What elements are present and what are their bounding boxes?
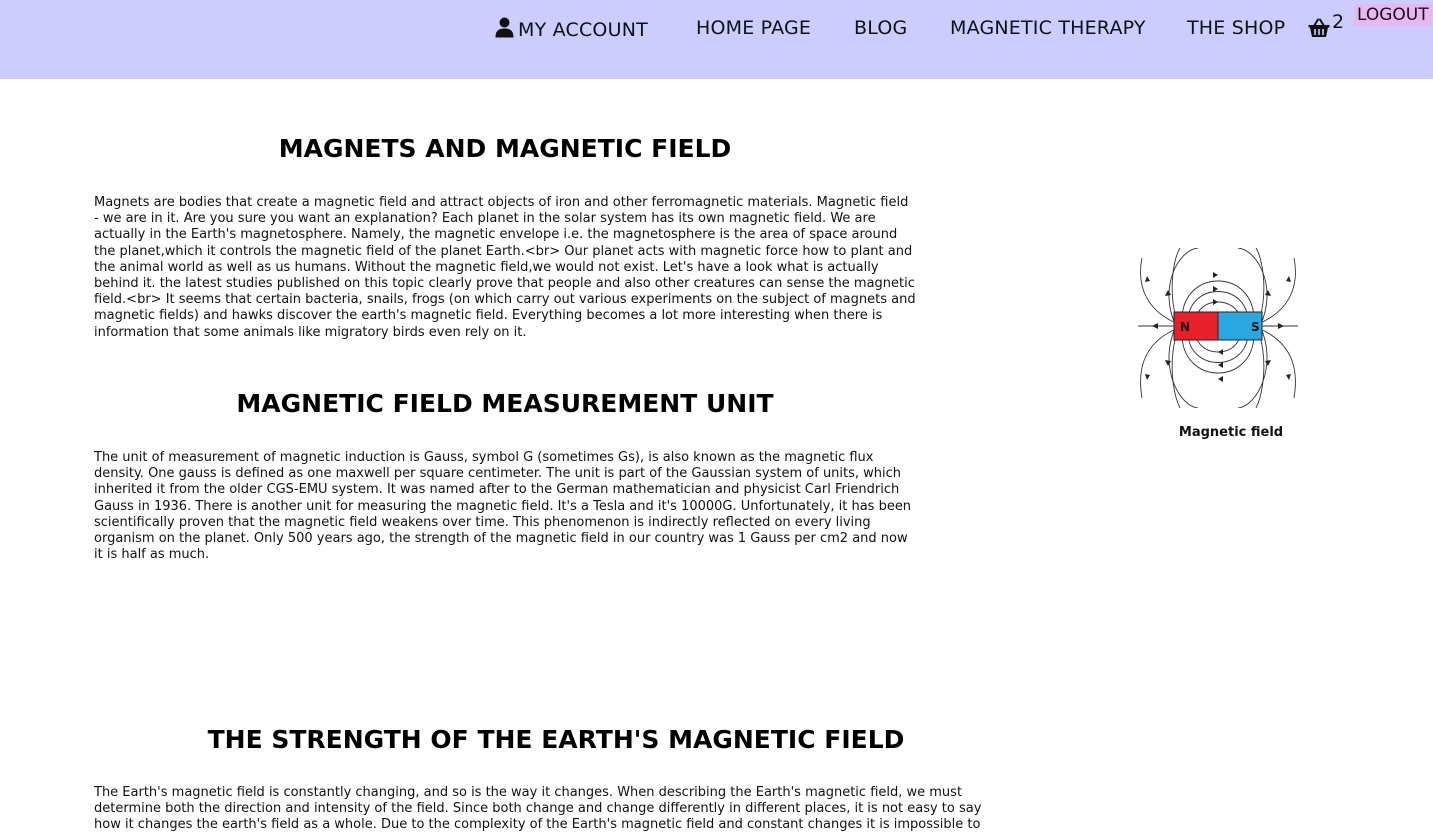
nav-the-shop[interactable]: THE SHOP [1187,17,1285,39]
top-navbar: MY ACCOUNT HOME PAGE BLOG MAGNETIC THERA… [0,0,1433,79]
figure-caption: Magnetic field [1178,425,1284,440]
nav-my-account[interactable]: MY ACCOUNT [495,17,648,43]
section-title-magnets: MAGNETS AND MAGNETIC FIELD [278,134,732,163]
nav-home-page[interactable]: HOME PAGE [696,17,811,39]
logout-button[interactable]: LOGOUT [1354,4,1432,26]
cart-button[interactable]: 2 [1308,11,1344,42]
section-title-earth-field-strength: THE STRENGTH OF THE EARTH'S MAGNETIC FIE… [207,725,905,754]
cart-count-badge: 2 [1332,11,1345,33]
nav-magnetic-therapy[interactable]: MAGNETIC THERAPY [950,17,1146,39]
nav-blog[interactable]: BLOG [854,17,907,39]
nav-my-account-label: MY ACCOUNT [518,19,648,41]
section-title-measurement-unit: MAGNETIC FIELD MEASUREMENT UNIT [236,389,774,418]
section-text-measurement-unit: The unit of measurement of magnetic indu… [94,450,912,563]
user-icon [495,17,514,43]
section-text-magnets: Magnets are bodies that create a magneti… [94,195,916,340]
magnet-field-image: N S [1138,247,1298,409]
magnet-south-label: S [1251,320,1260,334]
basket-icon [1308,18,1330,42]
section-text-earth-field-strength: The Earth's magnetic field is constantly… [94,785,982,833]
magnet-north-label: N [1180,320,1190,334]
